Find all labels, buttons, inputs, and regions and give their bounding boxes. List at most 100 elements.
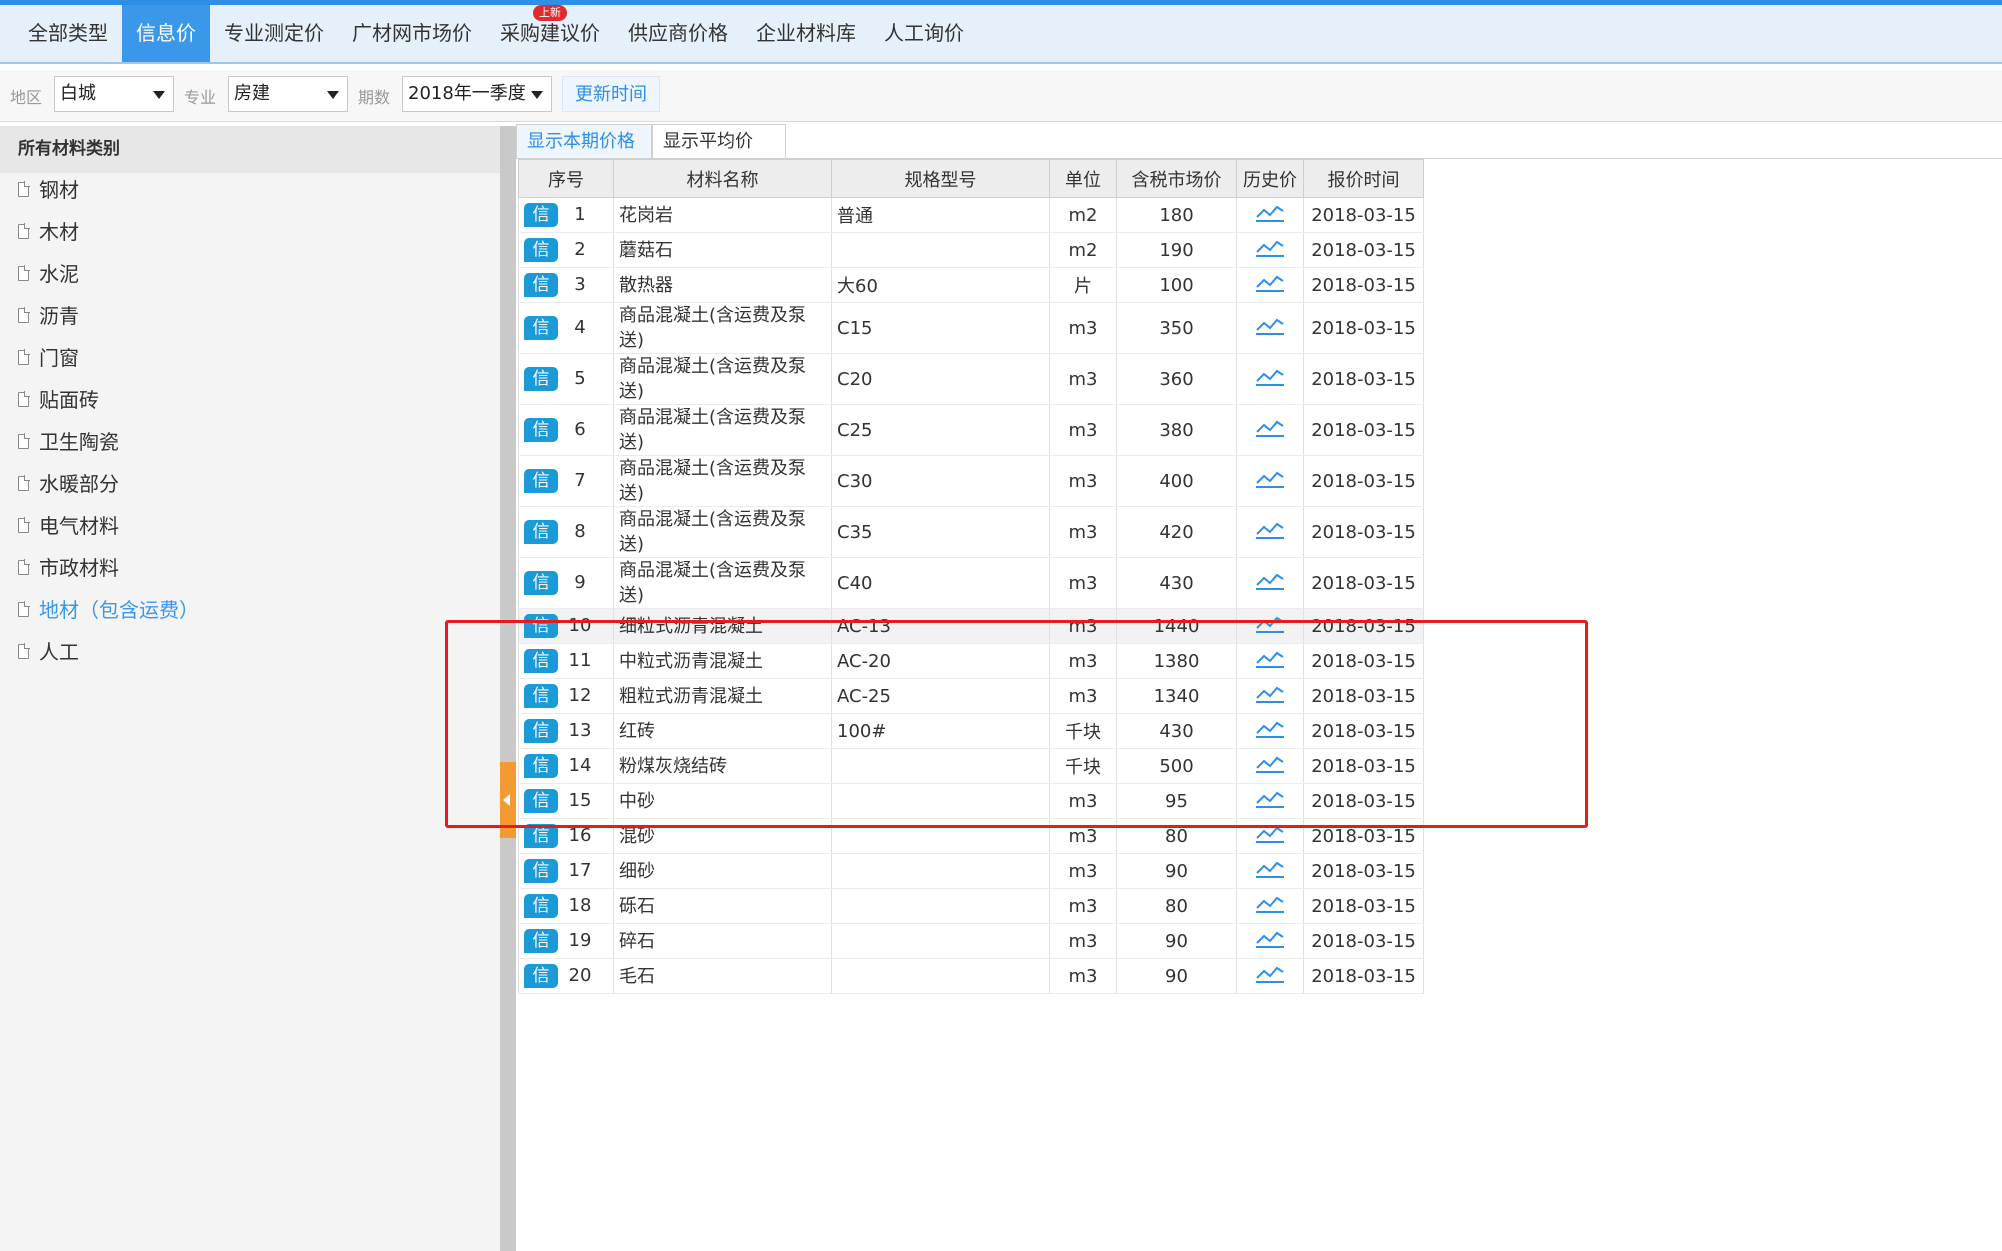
category-item[interactable]: 钢材 [18, 175, 79, 205]
tab-current-price[interactable]: 显示本期价格 [516, 124, 652, 158]
line-chart-icon[interactable] [1255, 964, 1285, 989]
table-row[interactable]: 信 2 蘑菇石 m2 190 2018-03-15 [518, 232, 1424, 268]
col-index-header[interactable]: 序号 [518, 159, 614, 198]
table-row[interactable]: 信 12 粗粒式沥青混凝土 AC-25 m3 1340 2018-03-15 [518, 678, 1424, 714]
table-row[interactable]: 信 15 中砂 m3 95 2018-03-15 [518, 783, 1424, 819]
table-row[interactable]: 信 6 商品混凝土(含运费及泵送) C25 m3 380 2018-03-15 [518, 404, 1424, 456]
col-unit-header[interactable]: 单位 [1049, 159, 1117, 198]
line-chart-icon[interactable] [1255, 238, 1285, 263]
col-name-header[interactable]: 材料名称 [613, 159, 832, 198]
tab-5[interactable]: 采购建议价 上新 [486, 5, 614, 62]
period-select[interactable]: 2018年一季度 [402, 76, 552, 112]
line-chart-icon[interactable] [1255, 367, 1285, 392]
price-cell: 380 [1116, 404, 1237, 456]
material-name-cell: 细粒式沥青混凝土 [613, 608, 832, 644]
period-label: 期数 [358, 88, 391, 107]
row-number: 11 [568, 650, 592, 671]
tab-1[interactable]: 全部类型 [14, 5, 122, 62]
category-item[interactable]: 卫生陶瓷 [18, 427, 119, 457]
material-name-cell: 混砂 [613, 818, 832, 854]
line-chart-icon[interactable] [1255, 418, 1285, 443]
line-chart-icon[interactable] [1255, 789, 1285, 814]
collapse-sidebar-handle[interactable] [500, 762, 516, 838]
major-select[interactable]: 房建 [228, 76, 348, 112]
category-item[interactable]: 市政材料 [18, 553, 119, 583]
row-number: 12 [568, 685, 592, 706]
tab-6[interactable]: 供应商价格 [614, 5, 742, 62]
category-label: 贴面砖 [39, 388, 99, 412]
category-item[interactable]: 贴面砖 [18, 385, 99, 415]
index-cell: 信 13 [518, 713, 614, 749]
line-chart-icon[interactable] [1255, 684, 1285, 709]
line-chart-icon[interactable] [1255, 273, 1285, 298]
date-cell: 2018-03-15 [1303, 748, 1424, 784]
table-row[interactable]: 信 17 细砂 m3 90 2018-03-15 [518, 853, 1424, 889]
table-row[interactable]: 信 1 花岗岩 普通 m2 180 2018-03-15 [518, 197, 1424, 233]
category-item[interactable]: 水泥 [18, 259, 79, 289]
row-number: 2 [574, 239, 586, 260]
date-cell: 2018-03-15 [1303, 783, 1424, 819]
line-chart-icon[interactable] [1255, 316, 1285, 341]
line-chart-icon[interactable] [1255, 859, 1285, 884]
spec-cell: AC-25 [831, 678, 1050, 714]
tab-7[interactable]: 企业材料库 [742, 5, 870, 62]
region-select[interactable]: 白城 [54, 76, 174, 112]
line-chart-icon[interactable] [1255, 203, 1285, 228]
info-price-badge: 信 [524, 929, 558, 953]
line-chart-icon[interactable] [1255, 469, 1285, 494]
col-price-header[interactable]: 含税市场价 [1116, 159, 1237, 198]
tab-8[interactable]: 人工询价 [870, 5, 978, 62]
table-row[interactable]: 信 4 商品混凝土(含运费及泵送) C15 m3 350 2018-03-15 [518, 302, 1424, 354]
table-row[interactable]: 信 5 商品混凝土(含运费及泵送) C20 m3 360 2018-03-15 [518, 353, 1424, 405]
category-item[interactable]: 地材（包含运费） [18, 595, 199, 625]
chevron-down-icon [531, 91, 543, 99]
line-chart-icon[interactable] [1255, 824, 1285, 849]
table-row[interactable]: 信 9 商品混凝土(含运费及泵送) C40 m3 430 2018-03-15 [518, 557, 1424, 609]
category-item[interactable]: 水暖部分 [18, 469, 119, 499]
table-row[interactable]: 信 20 毛石 m3 90 2018-03-15 [518, 958, 1424, 994]
col-spec-header[interactable]: 规格型号 [831, 159, 1050, 198]
sidebar-splitter[interactable] [500, 126, 516, 1251]
price-cell: 350 [1116, 302, 1237, 354]
table-row[interactable]: 信 11 中粒式沥青混凝土 AC-20 m3 1380 2018-03-15 [518, 643, 1424, 679]
col-history-header[interactable]: 历史价 [1236, 159, 1304, 198]
category-label: 木材 [39, 220, 79, 244]
material-name-cell: 红砖 [613, 713, 832, 749]
spec-cell: C15 [831, 302, 1050, 354]
line-chart-icon[interactable] [1255, 929, 1285, 954]
table-row[interactable]: 信 19 碎石 m3 90 2018-03-15 [518, 923, 1424, 959]
line-chart-icon[interactable] [1255, 649, 1285, 674]
line-chart-icon[interactable] [1255, 894, 1285, 919]
update-time-button[interactable]: 更新时间 [562, 76, 660, 112]
category-item[interactable]: 门窗 [18, 343, 79, 373]
index-cell: 信 19 [518, 923, 614, 959]
table-row[interactable]: 信 10 细粒式沥青混凝土 AC-13 m3 1440 2018-03-15 [518, 608, 1424, 644]
table-row[interactable]: 信 14 粉煤灰烧结砖 千块 500 2018-03-15 [518, 748, 1424, 784]
history-cell [1236, 232, 1304, 268]
tab-3[interactable]: 专业测定价 [210, 5, 338, 62]
date-cell: 2018-03-15 [1303, 713, 1424, 749]
line-chart-icon[interactable] [1255, 571, 1285, 596]
category-item[interactable]: 人工 [18, 637, 79, 667]
history-cell [1236, 888, 1304, 924]
tab-average-price[interactable]: 显示平均价 [652, 124, 786, 158]
table-row[interactable]: 信 16 混砂 m3 80 2018-03-15 [518, 818, 1424, 854]
category-item[interactable]: 电气材料 [18, 511, 119, 541]
line-chart-icon[interactable] [1255, 614, 1285, 639]
line-chart-icon[interactable] [1255, 520, 1285, 545]
table-row[interactable]: 信 13 红砖 100# 千块 430 2018-03-15 [518, 713, 1424, 749]
tab-2[interactable]: 信息价 [122, 5, 210, 62]
col-date-header[interactable]: 报价时间 [1303, 159, 1424, 198]
line-chart-icon[interactable] [1255, 719, 1285, 744]
line-chart-icon[interactable] [1255, 754, 1285, 779]
category-item[interactable]: 木材 [18, 217, 79, 247]
category-item[interactable]: 沥青 [18, 301, 79, 331]
table-row[interactable]: 信 18 砾石 m3 80 2018-03-15 [518, 888, 1424, 924]
category-label: 水暖部分 [39, 472, 119, 496]
date-cell: 2018-03-15 [1303, 404, 1424, 456]
table-row[interactable]: 信 7 商品混凝土(含运费及泵送) C30 m3 400 2018-03-15 [518, 455, 1424, 507]
tab-label: 采购建议价 [500, 21, 600, 45]
table-row[interactable]: 信 3 散热器 大60 片 100 2018-03-15 [518, 267, 1424, 303]
table-row[interactable]: 信 8 商品混凝土(含运费及泵送) C35 m3 420 2018-03-15 [518, 506, 1424, 558]
tab-4[interactable]: 广材网市场价 [338, 5, 486, 62]
